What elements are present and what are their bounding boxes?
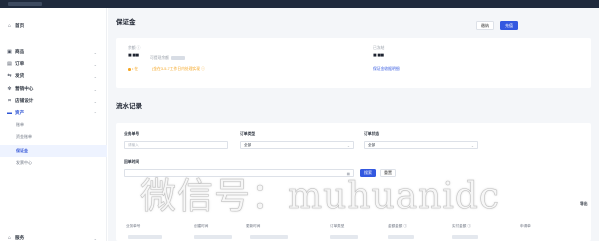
asset-icon: ▬ bbox=[7, 109, 12, 116]
deposit-amount: ■ ■■ bbox=[128, 53, 139, 59]
chevron-down-icon: ⌄ bbox=[93, 73, 97, 79]
column-header: 订单类型 bbox=[330, 224, 345, 228]
delivery-icon: ⇆ bbox=[7, 72, 12, 79]
goods-icon: ▣ bbox=[7, 48, 12, 55]
sidebar-item-service[interactable]: ⌂ 服务 ⌄ bbox=[0, 232, 107, 241]
brand-logo bbox=[8, 2, 42, 6]
sidebar-subitem-invoice[interactable]: 发票中心 bbox=[0, 157, 107, 169]
table-cell bbox=[388, 235, 414, 239]
sidebar-item-label: 发货 bbox=[15, 73, 25, 78]
sidebar-subitem-label: 发票中心 bbox=[16, 160, 32, 165]
sidebar-subitem-deposit[interactable]: 保证金 bbox=[0, 145, 107, 157]
column-header: 更新时间 bbox=[246, 224, 261, 228]
sidebar-item-goods[interactable]: ▣ 商品 ⌄ bbox=[0, 46, 107, 58]
sidebar: ⌂ 首页 ▣ 商品 ⌄ ▤ 订单 ⌄ ⇆ 发货 ⌄ ✻ 营销中心 ⌄ ⌗ 店铺设… bbox=[0, 8, 107, 241]
sidebar-item-design[interactable]: ⌗ 店铺设计 ⌄ bbox=[0, 95, 107, 107]
column-header: 金额金额 ⓘ bbox=[388, 224, 407, 228]
sidebar-item-marketing[interactable]: ✻ 营销中心 ⌄ bbox=[0, 83, 107, 95]
warning-text: (金在3-5-7工作日内处理实现 ⓘ bbox=[152, 67, 205, 71]
sidebar-item-label: 资产 bbox=[15, 110, 25, 115]
deposit-receipt-link[interactable]: 保证金收据明细 bbox=[373, 67, 400, 72]
available-label: 可提现余额 bbox=[150, 56, 169, 60]
column-header: 创建时间 bbox=[194, 224, 209, 228]
chevron-down-icon: ⌄ bbox=[93, 86, 97, 92]
records-title: 流水记录 bbox=[116, 103, 142, 110]
chevron-up-icon: ⌃ bbox=[93, 110, 97, 116]
sidebar-item-label: 服务 bbox=[15, 235, 25, 240]
home-icon: ⌂ bbox=[7, 22, 12, 29]
sidebar-subitem-label: 账单 bbox=[16, 122, 24, 127]
watermark-text: 微信号：muhuanidc bbox=[140, 167, 500, 219]
chevron-down-icon: ⌄ bbox=[93, 235, 97, 241]
recharge-button[interactable]: 充值 bbox=[500, 21, 518, 30]
order-type-value: 全部 bbox=[244, 142, 252, 147]
sidebar-subitem-fund-bill[interactable]: 资金账单 bbox=[0, 131, 107, 143]
table-cell bbox=[250, 235, 288, 239]
chevron-down-icon: ⌄ bbox=[93, 61, 97, 67]
order-no-input[interactable]: 请输入 bbox=[124, 141, 228, 149]
sidebar-item-assets[interactable]: ▬ 资产 ⌃ bbox=[0, 107, 107, 119]
sidebar-item-delivery[interactable]: ⇆ 发货 ⌄ bbox=[0, 70, 107, 82]
order-type-select[interactable]: 全部 ⌄ bbox=[240, 141, 354, 149]
sidebar-item-orders[interactable]: ▤ 订单 ⌄ bbox=[0, 58, 107, 70]
frozen-amount: ■ ■■ bbox=[373, 53, 384, 59]
column-header: 申请单 bbox=[520, 224, 531, 228]
chevron-down-icon: ⌄ bbox=[470, 143, 474, 148]
table-cell bbox=[194, 235, 232, 239]
service-icon: ⌂ bbox=[7, 234, 12, 241]
warning-prefix: • 在 bbox=[132, 67, 139, 71]
sidebar-item-home[interactable]: ⌂ 首页 bbox=[0, 20, 107, 32]
table-cell bbox=[452, 235, 478, 239]
design-icon: ⌗ bbox=[8, 97, 11, 104]
frozen-label: 已冻结 bbox=[373, 46, 385, 50]
order-status-value: 全部 bbox=[368, 142, 376, 147]
table-cell bbox=[330, 235, 358, 239]
sidebar-subitem-label: 资金账单 bbox=[16, 134, 32, 139]
page-title: 保证金 bbox=[116, 19, 136, 26]
sidebar-item-label: 订单 bbox=[15, 61, 25, 66]
sidebar-item-label: 首页 bbox=[15, 23, 25, 28]
pay-button[interactable]: 缴纳 bbox=[476, 21, 494, 30]
available-amount bbox=[171, 56, 185, 60]
order-icon: ▤ bbox=[7, 60, 12, 67]
order-no-label: 业务单号 bbox=[124, 132, 140, 136]
top-bar bbox=[0, 0, 599, 8]
sidebar-subitem-bill[interactable]: 账单 bbox=[0, 119, 107, 131]
sidebar-item-label: 商品 bbox=[15, 49, 25, 54]
sidebar-item-label: 营销中心 bbox=[15, 86, 34, 91]
order-type-label: 订单类型 bbox=[240, 132, 256, 136]
column-header: 业务单号 bbox=[126, 224, 141, 228]
sidebar-subitem-label: 保证金 bbox=[16, 148, 28, 153]
export-button[interactable]: 导出 bbox=[580, 202, 588, 207]
watermark-label: 微信号：muhuanidc bbox=[140, 176, 501, 218]
chevron-down-icon: ⌄ bbox=[93, 98, 97, 104]
order-status-label: 订单状态 bbox=[364, 132, 380, 136]
warning-dot-icon bbox=[128, 68, 131, 71]
chevron-down-icon: ⌄ bbox=[93, 49, 97, 55]
table-cell bbox=[128, 235, 162, 239]
column-header: 实付金额 ⓘ bbox=[452, 224, 471, 228]
order-status-select[interactable]: 全部 ⌄ bbox=[364, 141, 478, 149]
sidebar-item-label: 店铺设计 bbox=[15, 98, 34, 103]
amount-label: 余额 ⓘ bbox=[128, 46, 141, 50]
marketing-icon: ✻ bbox=[7, 85, 12, 92]
deposit-summary-card: 余额 ⓘ ■ ■■ 可提现余额 • 在 (金在3-5-7工作日内处理实现 ⓘ 已… bbox=[116, 38, 591, 88]
time-label: 回单时间 bbox=[124, 160, 140, 164]
chevron-down-icon: ⌄ bbox=[346, 143, 350, 148]
